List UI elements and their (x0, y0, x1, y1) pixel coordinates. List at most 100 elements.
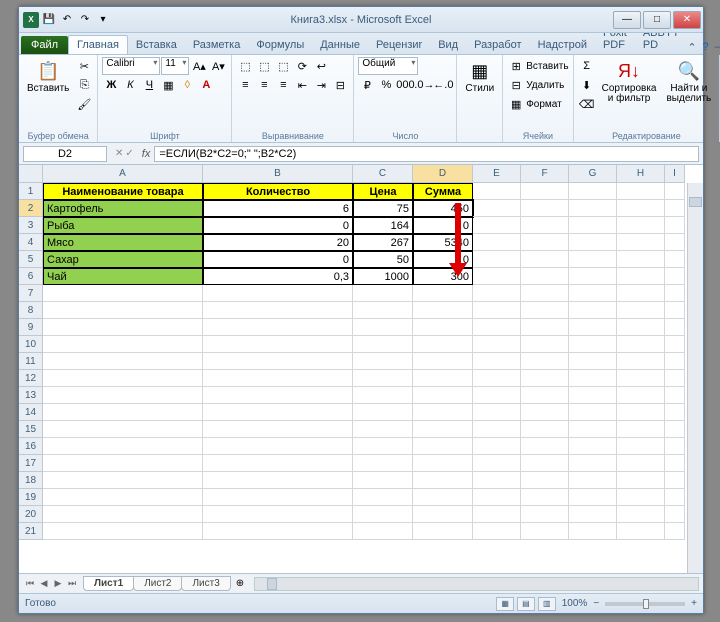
cell[interactable]: 0 (203, 251, 353, 268)
cell[interactable] (413, 455, 473, 472)
cell[interactable] (473, 421, 521, 438)
cell[interactable] (617, 353, 665, 370)
cell[interactable] (665, 234, 685, 251)
cell[interactable] (413, 370, 473, 387)
cell[interactable] (665, 200, 685, 217)
cell[interactable] (617, 217, 665, 234)
cell[interactable] (203, 421, 353, 438)
column-header-A[interactable]: A (43, 165, 203, 183)
autosum-icon[interactable]: Σ (578, 57, 596, 75)
cell[interactable] (569, 234, 617, 251)
cell[interactable] (521, 472, 569, 489)
cell[interactable] (203, 353, 353, 370)
cell[interactable] (43, 353, 203, 370)
cell[interactable]: 450 (413, 200, 473, 217)
cell[interactable] (413, 472, 473, 489)
cell[interactable] (353, 319, 413, 336)
cell[interactable] (665, 472, 685, 489)
cell[interactable] (617, 506, 665, 523)
tab-view[interactable]: Вид (430, 36, 466, 54)
cell[interactable] (617, 268, 665, 285)
cell[interactable] (569, 251, 617, 268)
cell[interactable] (473, 319, 521, 336)
cell[interactable]: Сахар (43, 251, 203, 268)
first-sheet-icon[interactable]: ⏮ (23, 578, 37, 589)
cell[interactable] (473, 285, 521, 302)
cell[interactable] (617, 319, 665, 336)
cell[interactable] (203, 523, 353, 540)
align-right-icon[interactable]: ≡ (274, 76, 292, 94)
row-header-18[interactable]: 18 (19, 472, 43, 489)
cell[interactable] (617, 251, 665, 268)
cut-icon[interactable]: ✂ (75, 57, 93, 75)
percent-icon[interactable]: % (377, 76, 395, 94)
cell[interactable] (353, 489, 413, 506)
cell[interactable] (203, 319, 353, 336)
help-icon[interactable]: ? (703, 41, 709, 54)
number-format-select[interactable]: Общий (358, 57, 418, 75)
cell[interactable] (413, 489, 473, 506)
row-header-8[interactable]: 8 (19, 302, 43, 319)
cell[interactable] (413, 438, 473, 455)
cell[interactable] (413, 506, 473, 523)
copy-icon[interactable]: ⎘ (75, 76, 93, 94)
cell[interactable] (569, 489, 617, 506)
cell[interactable]: Картофель (43, 200, 203, 217)
cell[interactable]: Чай (43, 268, 203, 285)
cell[interactable] (353, 370, 413, 387)
cell[interactable] (617, 183, 665, 200)
cell[interactable] (665, 268, 685, 285)
cell[interactable] (521, 506, 569, 523)
increase-decimal-icon[interactable]: .0→ (415, 76, 433, 94)
cell[interactable]: Мясо (43, 234, 203, 251)
last-sheet-icon[interactable]: ⏭ (65, 578, 79, 589)
format-cells-icon[interactable]: ▦ (507, 95, 525, 113)
cell[interactable] (413, 387, 473, 404)
row-header-12[interactable]: 12 (19, 370, 43, 387)
cell[interactable] (473, 370, 521, 387)
vertical-scrollbar[interactable] (687, 183, 703, 573)
minimize-ribbon-icon[interactable]: ⌃ (687, 41, 696, 54)
column-header-F[interactable]: F (521, 165, 569, 183)
cell[interactable] (473, 336, 521, 353)
tab-data[interactable]: Данные (312, 36, 368, 54)
cell[interactable]: 5340 (413, 234, 473, 251)
cell[interactable] (665, 319, 685, 336)
row-header-14[interactable]: 14 (19, 404, 43, 421)
cell[interactable] (617, 285, 665, 302)
cell[interactable] (413, 353, 473, 370)
currency-icon[interactable]: ₽ (358, 76, 376, 94)
close-button[interactable]: ✕ (673, 11, 701, 29)
cell[interactable] (665, 183, 685, 200)
column-header-I[interactable]: I (665, 165, 685, 183)
cell[interactable]: 50 (353, 251, 413, 268)
sheet-tab-1[interactable]: Лист1 (83, 576, 134, 591)
cell[interactable] (569, 268, 617, 285)
cell[interactable] (473, 489, 521, 506)
cell[interactable] (413, 421, 473, 438)
cell[interactable] (43, 370, 203, 387)
cell[interactable] (569, 285, 617, 302)
cell[interactable] (521, 387, 569, 404)
cell[interactable] (203, 387, 353, 404)
font-name-select[interactable]: Calibri (102, 57, 160, 75)
zoom-in-icon[interactable]: + (691, 598, 697, 609)
cell[interactable] (43, 285, 203, 302)
formula-input[interactable]: =ЕСЛИ(B2*C2=0;" ";B2*C2) (154, 146, 699, 162)
cell[interactable] (413, 523, 473, 540)
styles-button[interactable]: ▦ Стили (461, 57, 498, 96)
orientation-icon[interactable]: ⟳ (293, 57, 311, 75)
cell[interactable] (665, 251, 685, 268)
row-header-16[interactable]: 16 (19, 438, 43, 455)
cell[interactable] (521, 370, 569, 387)
cell[interactable] (617, 370, 665, 387)
new-sheet-icon[interactable]: ⊕ (230, 578, 250, 589)
cell[interactable] (665, 302, 685, 319)
cell[interactable] (569, 370, 617, 387)
cell[interactable] (353, 438, 413, 455)
cell[interactable] (353, 506, 413, 523)
cell[interactable] (665, 438, 685, 455)
cell[interactable] (665, 370, 685, 387)
cell[interactable] (521, 200, 569, 217)
cell[interactable] (617, 387, 665, 404)
